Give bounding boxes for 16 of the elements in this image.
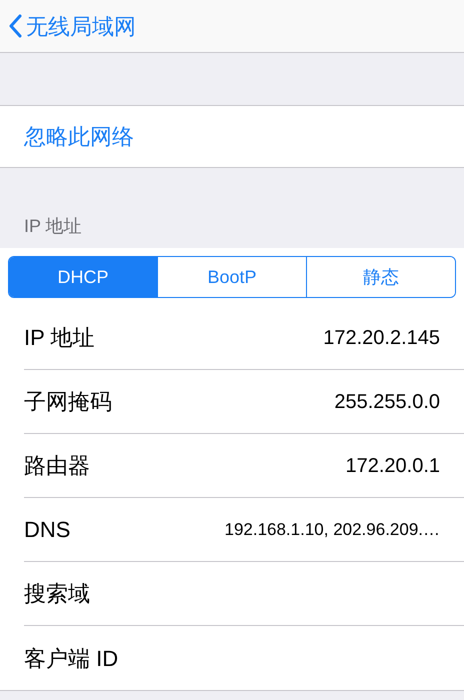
forget-network-link[interactable]: 忽略此网络 (24, 120, 134, 153)
row-label: DNS (24, 516, 70, 544)
row-label: 路由器 (24, 452, 90, 480)
row-value: 192.168.1.10, 202.96.209.… (224, 518, 440, 541)
segment-tab[interactable]: DHCP (9, 257, 157, 297)
back-button[interactable]: 无线局域网 (8, 10, 136, 42)
row-value: 255.255.0.0 (334, 390, 440, 414)
segment-tab[interactable]: 静态 (306, 257, 455, 297)
row-label: 客户端 ID (24, 644, 118, 672)
back-chevron-icon (8, 14, 22, 38)
row-label: IP 地址 (24, 324, 95, 352)
row-label: 子网掩码 (24, 388, 112, 416)
row-label: 搜索域 (24, 580, 90, 608)
section-header: IP 地址 (24, 215, 82, 238)
row-value: 172.20.0.1 (345, 454, 440, 478)
row-value: 172.20.2.145 (323, 326, 440, 350)
